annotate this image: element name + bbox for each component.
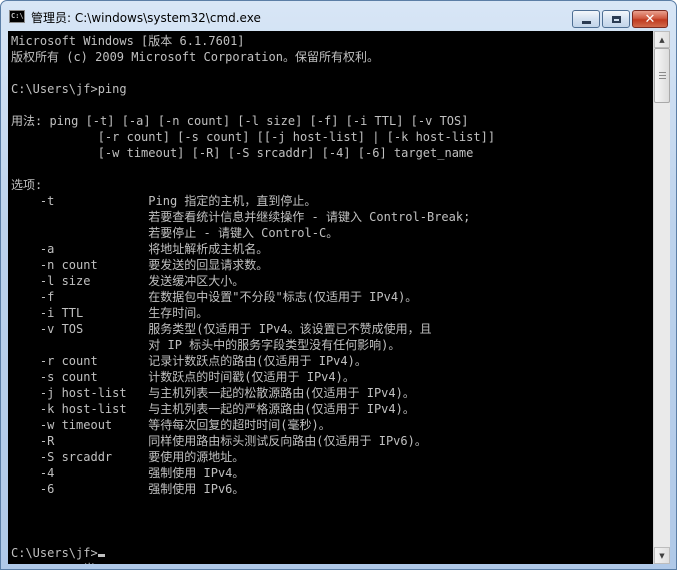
console-line: -l size 发送缓冲区大小。 — [11, 274, 245, 288]
cmd-window: C:\ 管理员: C:\windows\system32\cmd.exe ✕ M… — [0, 0, 677, 570]
thumb-grip-line — [659, 75, 666, 76]
console-line: -i TTL 生存时间。 — [11, 306, 209, 320]
console-line: -6 强制使用 IPv6。 — [11, 482, 245, 496]
scroll-down-arrow-icon: ▼ — [659, 551, 665, 560]
close-button[interactable]: ✕ — [632, 10, 668, 28]
console-line: -S srcaddr 要使用的源地址。 — [11, 450, 245, 464]
scroll-thumb[interactable] — [654, 48, 670, 103]
title-bar[interactable]: C:\ 管理员: C:\windows\system32\cmd.exe ✕ — [1, 1, 676, 31]
console-line: 对 IP 标头中的服务字段类型没有任何影响)。 — [11, 338, 401, 352]
console-lines: Microsoft Windows [版本 6.1.7601] 版权所有 (c) … — [11, 33, 495, 564]
console-line: -a 将地址解析成主机名。 — [11, 242, 269, 256]
window-title: 管理员: C:\windows\system32\cmd.exe — [31, 11, 261, 25]
console-output[interactable]: Microsoft Windows [版本 6.1.7601] 版权所有 (c) … — [8, 31, 653, 564]
console-line: 选项: — [11, 178, 43, 192]
maximize-button[interactable] — [602, 10, 630, 28]
console-line: -4 强制使用 IPv4。 — [11, 466, 245, 480]
vertical-scrollbar[interactable]: ▲ ▼ — [653, 31, 670, 564]
console-line: 用法: ping [-t] [-a] [-n count] [-l size] … — [11, 114, 469, 128]
scroll-up-button[interactable]: ▲ — [654, 31, 670, 48]
console-line: -f 在数据包中设置"不分段"标志(仅适用于 IPv4)。 — [11, 290, 418, 304]
minimize-icon — [581, 20, 591, 24]
console-line: -n count 要发送的回显请求数。 — [11, 258, 269, 272]
console-line: 版权所有 (c) 2009 Microsoft Corporation。保留所有… — [11, 50, 379, 64]
thumb-grip-line — [659, 72, 666, 73]
console-line: 若要停止 - 请键入 Control-C。 — [11, 226, 339, 240]
scroll-up-arrow-icon: ▲ — [659, 35, 665, 44]
text-cursor — [97, 554, 105, 557]
console-line: -t Ping 指定的主机，直到停止。 — [11, 194, 317, 208]
console-line: [-r count] [-s count] [[-j host-list] | … — [11, 130, 496, 144]
thumb-grip-line — [659, 78, 666, 79]
maximize-icon — [611, 15, 621, 23]
console-line: C:\Users\jf> — [11, 545, 495, 561]
console-line: 若要查看统计信息并继续操作 - 请键入 Control-Break; — [11, 210, 471, 224]
console-line: 半: — [11, 561, 495, 564]
minimize-button[interactable] — [572, 10, 600, 28]
console-line: -s count 计数跃点的时间戳(仅适用于 IPv4)。 — [11, 370, 355, 384]
console-line: -j host-list 与主机列表一起的松散源路由(仅适用于 IPv4)。 — [11, 386, 415, 400]
scroll-down-button[interactable]: ▼ — [654, 547, 670, 564]
console-line: -w timeout 等待每次回复的超时时间(毫秒)。 — [11, 418, 331, 432]
cmd-icon[interactable]: C:\ — [9, 10, 25, 23]
console-line: -k host-list 与主机列表一起的严格源路由(仅适用于 IPv4)。 — [11, 402, 415, 416]
console-line: -v TOS 服务类型(仅适用于 IPv4。该设置已不赞成使用，且 — [11, 322, 432, 336]
console-line: C:\Users\jf>ping — [11, 82, 127, 96]
console-line: Microsoft Windows [版本 6.1.7601] — [11, 34, 245, 48]
console-line: -R 同样使用路由标头测试反向路由(仅适用于 IPv6)。 — [11, 434, 427, 448]
console-line: [-w timeout] [-R] [-S srcaddr] [-4] [-6]… — [11, 146, 474, 160]
close-icon: ✕ — [644, 11, 656, 27]
console-line: -r count 记录计数跃点的路由(仅适用于 IPv4)。 — [11, 354, 367, 368]
